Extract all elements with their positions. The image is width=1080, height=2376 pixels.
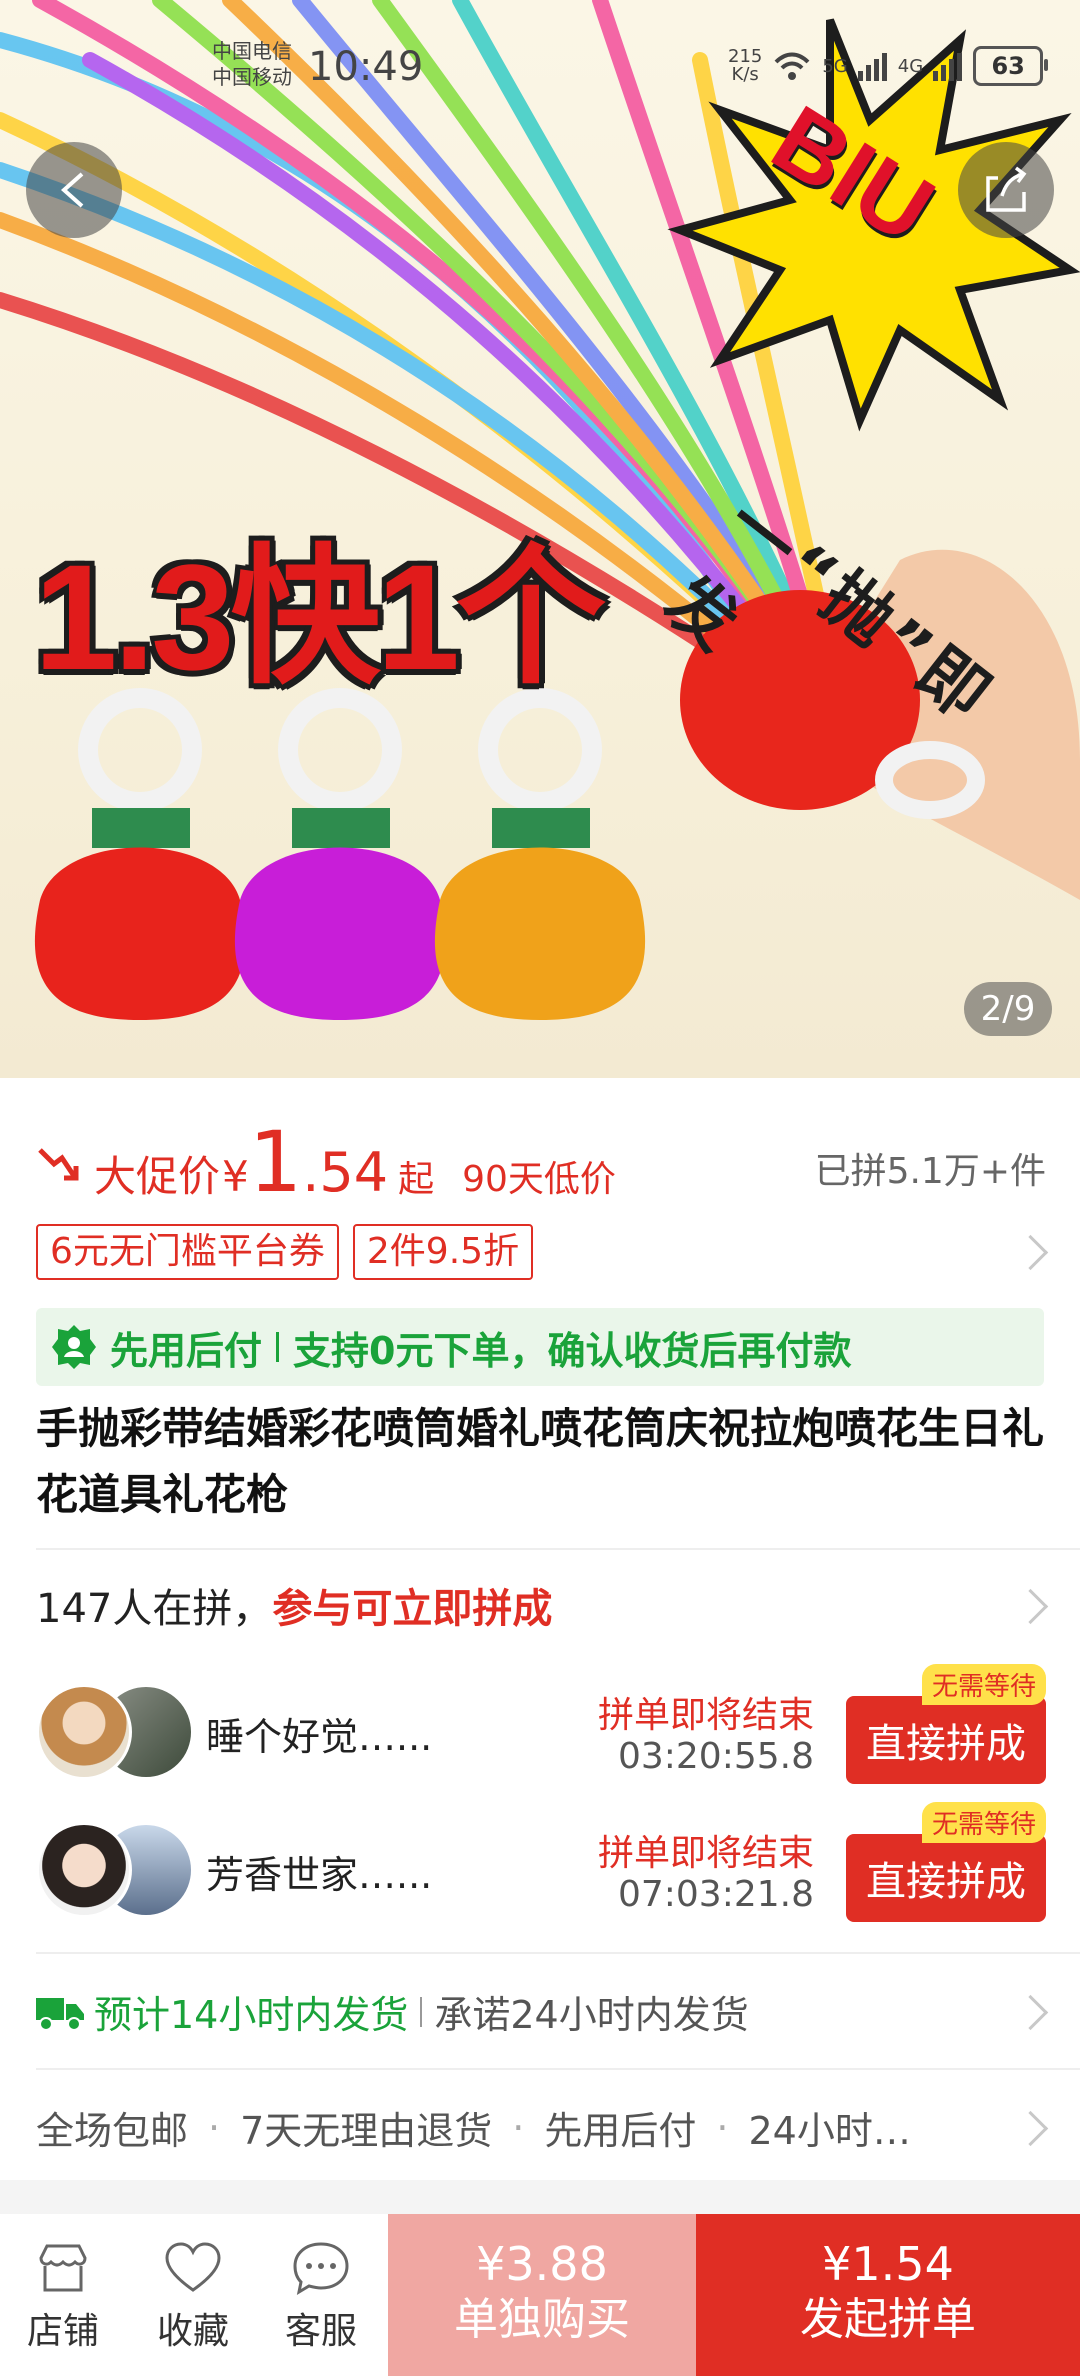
group-cta: 参与可立即拼成 bbox=[272, 1586, 553, 1632]
wifi-icon bbox=[774, 52, 810, 80]
back-button[interactable] bbox=[26, 142, 122, 238]
start-group-buy-button[interactable]: ¥1.54 发起拼单 bbox=[696, 2214, 1080, 2376]
no-wait-tag: 无需等待 bbox=[921, 1664, 1046, 1705]
signal-1-label: 5G bbox=[822, 55, 848, 77]
guarantee-chevron-icon[interactable] bbox=[1012, 2110, 1049, 2147]
clock: 10:49 bbox=[308, 44, 424, 90]
pay-later-title: 先用后付 bbox=[110, 1328, 263, 1373]
carrier-names: 中国电信 中国移动 bbox=[212, 38, 292, 90]
status-bar: 中国电信 中国移动 10:49 215 K/s 5G 4G 63 bbox=[0, 0, 1080, 120]
store-icon bbox=[39, 2244, 87, 2292]
service-guarantees[interactable]: 全场包邮 · 7天无理由退货 · 先用后付 · 24小时… bbox=[36, 2100, 911, 2155]
group-member-row: 芳香世家…... 拼单即将结束 07:03:21.8 直接拼成 无需等待 bbox=[36, 1802, 1046, 1926]
signal-2-label: 4G bbox=[897, 55, 924, 77]
signal-1-icon bbox=[857, 53, 887, 81]
coupon-platform[interactable]: 6元无门槛平台券 bbox=[36, 1224, 339, 1280]
coupon-list[interactable]: 6元无门槛平台券 2件9.5折 bbox=[36, 1224, 534, 1280]
price-down-icon bbox=[38, 1148, 79, 1181]
member-name: 睡个好觉…... bbox=[206, 1715, 433, 1759]
divider bbox=[36, 1548, 1080, 1550]
buy-alone-button[interactable]: ¥3.88 单独购买 bbox=[388, 2214, 696, 2376]
pay-later-banner[interactable]: 先用后付 支持0元下单，确认收货后再付款 bbox=[36, 1308, 1044, 1386]
member-status: 拼单即将结束 bbox=[597, 1695, 814, 1736]
no-wait-tag: 无需等待 bbox=[921, 1802, 1046, 1843]
coupon-chevron-icon[interactable] bbox=[1012, 1234, 1049, 1271]
member-timer: 07:03:21.8 bbox=[617, 1874, 814, 1915]
member-name: 芳香世家…... bbox=[206, 1853, 433, 1897]
shipping-row[interactable]: 预计14小时内发货 承诺24小时内发货 bbox=[36, 1984, 749, 2039]
service-button[interactable]: 客服 bbox=[266, 2236, 376, 2354]
price-currency: ¥ bbox=[222, 1152, 249, 1201]
product-title: 手抛彩带结婚彩花喷筒婚礼喷花筒庆祝拉炮喷花生日礼花道具礼花枪 bbox=[36, 1404, 1045, 1519]
avatar bbox=[36, 1822, 132, 1918]
pay-later-desc: 支持0元下单，确认收货后再付款 bbox=[293, 1328, 852, 1373]
divider bbox=[36, 1952, 1080, 1954]
solo-label: 单独购买 bbox=[454, 2294, 630, 2345]
section-gap bbox=[0, 2180, 1080, 2214]
store-label: 店铺 bbox=[26, 2311, 99, 2352]
price-suffix: 起 bbox=[398, 1159, 435, 1200]
group-buy-header[interactable]: 147人在拼，参与可立即拼成 bbox=[36, 1576, 552, 1634]
guarantee-item: 先用后付 bbox=[544, 2109, 697, 2153]
carrier-2: 中国移动 bbox=[212, 65, 292, 89]
ship-separator bbox=[420, 1996, 423, 2027]
dot-separator: · bbox=[716, 2105, 729, 2150]
group-chevron-icon[interactable] bbox=[1012, 1588, 1049, 1625]
favorite-button[interactable]: 收藏 bbox=[138, 2236, 248, 2354]
battery-indicator: 63 bbox=[973, 46, 1049, 86]
image-counter: 2/9 bbox=[964, 982, 1052, 1036]
join-group-button[interactable]: 直接拼成 bbox=[846, 1834, 1046, 1922]
truck-icon bbox=[36, 1997, 84, 2031]
carrier-1: 中国电信 bbox=[212, 39, 292, 63]
network-speed: 215 K/s bbox=[728, 46, 763, 85]
group-price: ¥1.54 bbox=[822, 2237, 954, 2291]
sold-count: 已拼5.1万+件 bbox=[814, 1151, 1046, 1192]
shipping-chevron-icon[interactable] bbox=[1012, 1994, 1049, 2031]
guarantee-item: 24小时… bbox=[748, 2109, 911, 2153]
price-label: 大促价 bbox=[94, 1152, 221, 1201]
price-decimal: .54 bbox=[302, 1141, 389, 1204]
share-button[interactable] bbox=[958, 142, 1054, 238]
solo-price: ¥3.88 bbox=[476, 2237, 608, 2291]
join-group-button[interactable]: 直接拼成 bbox=[846, 1696, 1046, 1784]
member-status: 拼单即将结束 bbox=[597, 1833, 814, 1874]
chat-icon bbox=[293, 2242, 349, 2296]
promo-headline: 1.3快1个 bbox=[34, 533, 606, 701]
pay-later-separator bbox=[276, 1332, 280, 1362]
heart-icon bbox=[165, 2242, 221, 2292]
group-label: 发起拼单 bbox=[800, 2294, 976, 2345]
low-price-badge: 90天低价 bbox=[462, 1159, 616, 1200]
bottom-action-bar: 店铺 收藏 客服 ¥3.88 单独购买 ¥1.54 发起拼单 bbox=[0, 2214, 1080, 2376]
ship-promise: 承诺24小时内发货 bbox=[434, 1993, 749, 2037]
signal-2-icon bbox=[933, 53, 963, 81]
avatar bbox=[36, 1684, 132, 1780]
favorite-label: 收藏 bbox=[156, 2311, 229, 2352]
store-button[interactable]: 店铺 bbox=[8, 2236, 118, 2354]
guarantee-item: 全场包邮 bbox=[36, 2109, 189, 2153]
chevron-left-icon bbox=[60, 172, 84, 208]
ship-estimate: 预计14小时内发货 bbox=[94, 1993, 409, 2037]
member-timer: 03:20:55.8 bbox=[617, 1736, 814, 1777]
dot-separator: · bbox=[208, 2105, 221, 2150]
dot-separator: · bbox=[512, 2105, 525, 2150]
product-image-carousel[interactable]: BIU 1.3快1个 一“抛”即发 中国电信 中国移动 10:49 215 K/s… bbox=[0, 0, 1080, 1078]
guarantee-item: 7天无理由退货 bbox=[240, 2109, 493, 2153]
service-label: 客服 bbox=[284, 2311, 357, 2352]
group-count: 147人在拼， bbox=[36, 1586, 273, 1632]
pay-later-badge-icon bbox=[52, 1325, 96, 1369]
divider bbox=[36, 2068, 1080, 2070]
price-integer: 1 bbox=[248, 1113, 303, 1211]
coupon-discount[interactable]: 2件9.5折 bbox=[352, 1224, 534, 1280]
share-icon bbox=[986, 166, 1027, 212]
status-indicators: 215 K/s 5G 4G 63 bbox=[728, 44, 1049, 88]
group-member-row: 睡个好觉…... 拼单即将结束 03:20:55.8 直接拼成 无需等待 bbox=[36, 1664, 1046, 1788]
